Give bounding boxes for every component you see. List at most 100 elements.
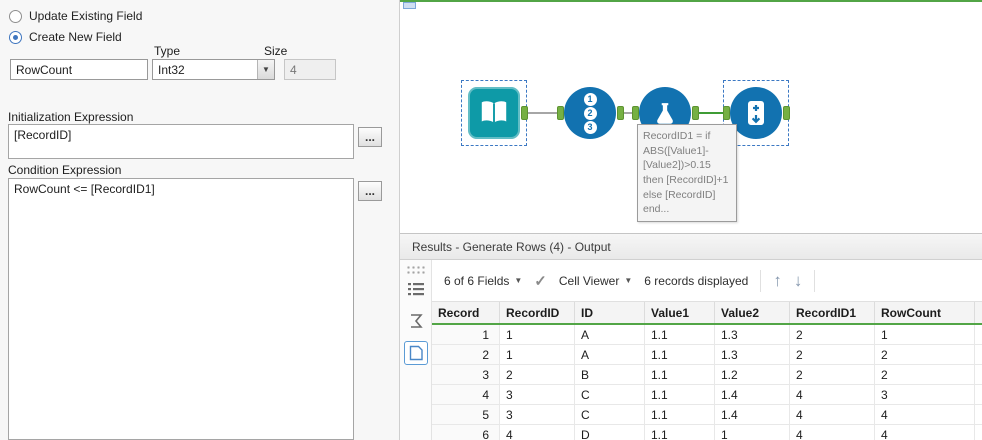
table-cell[interactable]: 1 bbox=[500, 325, 575, 344]
output-anchor[interactable] bbox=[783, 106, 790, 120]
workflow-canvas[interactable]: 1 2 3 RecordID1 = if ABS([Value1]-[Value… bbox=[400, 0, 982, 233]
table-cell[interactable]: 1.3 bbox=[715, 345, 790, 364]
chevron-down-icon[interactable]: ▼ bbox=[257, 60, 274, 79]
initialization-expression-browse-button[interactable]: ... bbox=[358, 127, 382, 147]
input-data-tool[interactable] bbox=[468, 87, 520, 139]
table-row: 5 3 C 1.1 1.4 4 4 bbox=[432, 405, 982, 425]
table-cell[interactable]: C bbox=[575, 385, 645, 404]
column-header[interactable]: RecordID1 bbox=[790, 302, 875, 323]
output-anchor[interactable] bbox=[617, 106, 624, 120]
table-cell[interactable]: 2 bbox=[790, 345, 875, 364]
column-header[interactable]: Value2 bbox=[715, 302, 790, 323]
table-cell[interactable]: 1.1 bbox=[645, 365, 715, 384]
table-cell[interactable]: 1.1 bbox=[645, 405, 715, 424]
drag-handle-icon[interactable] bbox=[406, 265, 426, 274]
connector-line[interactable] bbox=[624, 112, 632, 114]
results-data-grid: Record RecordID ID Value1 Value2 RecordID1 Row… bbox=[432, 302, 982, 440]
column-header[interactable]: Value1 bbox=[645, 302, 715, 323]
fields-dropdown[interactable]: 6 of 6 Fields ▼ bbox=[444, 274, 522, 288]
field-name-input[interactable] bbox=[10, 59, 148, 80]
column-header[interactable]: ID bbox=[575, 302, 645, 323]
radio-update-existing-field[interactable]: Update Existing Field bbox=[9, 9, 142, 23]
table-cell[interactable]: D bbox=[575, 425, 645, 440]
record-number-cell[interactable]: 2 bbox=[432, 345, 500, 364]
table-cell[interactable]: 2 bbox=[790, 325, 875, 344]
table-cell[interactable]: 1 bbox=[500, 345, 575, 364]
input-anchor[interactable] bbox=[632, 106, 639, 120]
cell-viewer-dropdown[interactable]: Cell Viewer ▼ bbox=[559, 274, 632, 288]
table-cell[interactable]: 1.1 bbox=[645, 345, 715, 364]
table-view-icon[interactable] bbox=[404, 277, 428, 301]
input-anchor[interactable] bbox=[723, 106, 730, 120]
fields-dropdown-label: 6 of 6 Fields bbox=[444, 273, 510, 288]
output-anchor[interactable] bbox=[692, 106, 699, 120]
apply-check-button[interactable]: ✓ bbox=[534, 272, 547, 290]
results-header-row: Record RecordID ID Value1 Value2 RecordID1 Row… bbox=[432, 302, 982, 325]
table-cell[interactable]: 1.1 bbox=[645, 385, 715, 404]
table-cell[interactable]: 2 bbox=[875, 365, 975, 384]
table-cell[interactable]: 3 bbox=[500, 405, 575, 424]
up-arrow-icon: ↑ bbox=[773, 271, 782, 290]
condition-expression-label: Condition Expression bbox=[8, 163, 122, 177]
results-panel-header: Results - Generate Rows (4) - Output bbox=[400, 234, 982, 260]
table-cell[interactable]: 4 bbox=[790, 405, 875, 424]
initialization-expression-input[interactable]: [RecordID] bbox=[8, 124, 354, 159]
metadata-view-icon[interactable] bbox=[404, 309, 428, 333]
record-number-cell[interactable]: 3 bbox=[432, 365, 500, 384]
connector-line[interactable] bbox=[528, 112, 557, 114]
column-header[interactable]: RecordID bbox=[500, 302, 575, 323]
table-cell[interactable]: B bbox=[575, 365, 645, 384]
record-number-cell[interactable]: 6 bbox=[432, 425, 500, 440]
table-cell[interactable]: 4 bbox=[875, 405, 975, 424]
table-cell[interactable]: C bbox=[575, 405, 645, 424]
table-row: 4 3 C 1.1 1.4 4 3 bbox=[432, 385, 982, 405]
initialization-expression-label: Initialization Expression bbox=[8, 110, 134, 124]
type-label: Type bbox=[154, 44, 181, 58]
check-icon: ✓ bbox=[534, 272, 547, 290]
table-row: 3 2 B 1.1 1.2 2 2 bbox=[432, 365, 982, 385]
chevron-down-icon: ▼ bbox=[624, 276, 633, 285]
table-cell[interactable]: 4 bbox=[875, 425, 975, 440]
table-cell[interactable]: A bbox=[575, 345, 645, 364]
radio-create-new-field[interactable]: Create New Field bbox=[9, 30, 122, 44]
column-header[interactable]: RowCount bbox=[875, 302, 975, 323]
condition-expression-browse-button[interactable]: ... bbox=[358, 181, 382, 201]
scroll-down-button[interactable]: ↓ bbox=[794, 272, 803, 289]
input-anchor[interactable] bbox=[557, 106, 564, 120]
radio-button-selected-icon[interactable] bbox=[9, 30, 22, 44]
table-cell[interactable]: 3 bbox=[500, 385, 575, 404]
generate-rows-tool[interactable] bbox=[730, 87, 782, 139]
table-cell[interactable]: 1 bbox=[715, 425, 790, 440]
column-header[interactable]: Record bbox=[432, 302, 500, 323]
table-cell[interactable]: 1.2 bbox=[715, 365, 790, 384]
table-cell[interactable]: 3 bbox=[875, 385, 975, 404]
table-cell[interactable]: 1.4 bbox=[715, 405, 790, 424]
table-cell[interactable]: 2 bbox=[790, 365, 875, 384]
table-cell[interactable]: 1.4 bbox=[715, 385, 790, 404]
radio-button-icon[interactable] bbox=[9, 9, 22, 23]
table-cell[interactable]: 4 bbox=[790, 425, 875, 440]
scroll-up-button[interactable]: ↑ bbox=[773, 272, 782, 289]
condition-expression-input[interactable]: RowCount <= [RecordID1] bbox=[8, 178, 354, 440]
table-cell[interactable]: 4 bbox=[790, 385, 875, 404]
table-cell[interactable]: 1.1 bbox=[645, 425, 715, 440]
table-cell[interactable]: 1.3 bbox=[715, 325, 790, 344]
results-panel: Results - Generate Rows (4) - Output 6 o… bbox=[400, 233, 982, 440]
table-cell[interactable]: 1.1 bbox=[645, 325, 715, 344]
report-view-icon[interactable] bbox=[404, 341, 428, 365]
results-toolbar: 6 of 6 Fields ▼ ✓ Cell Viewer ▼ 6 record… bbox=[432, 260, 982, 302]
table-cell[interactable]: 4 bbox=[500, 425, 575, 440]
output-anchor[interactable] bbox=[521, 106, 528, 120]
connector-line[interactable] bbox=[699, 112, 723, 114]
table-cell[interactable]: 1 bbox=[875, 325, 975, 344]
record-number-cell[interactable]: 1 bbox=[432, 325, 500, 344]
type-dropdown[interactable]: Int32 ▼ bbox=[152, 59, 275, 80]
tool-configuration-panel: Update Existing Field Create New Field T… bbox=[0, 0, 400, 440]
open-book-icon bbox=[481, 101, 507, 123]
table-cell[interactable]: 2 bbox=[875, 345, 975, 364]
record-number-cell[interactable]: 4 bbox=[432, 385, 500, 404]
recordid-tool[interactable]: 1 2 3 bbox=[564, 87, 616, 139]
record-number-cell[interactable]: 5 bbox=[432, 405, 500, 424]
table-cell[interactable]: A bbox=[575, 325, 645, 344]
table-cell[interactable]: 2 bbox=[500, 365, 575, 384]
